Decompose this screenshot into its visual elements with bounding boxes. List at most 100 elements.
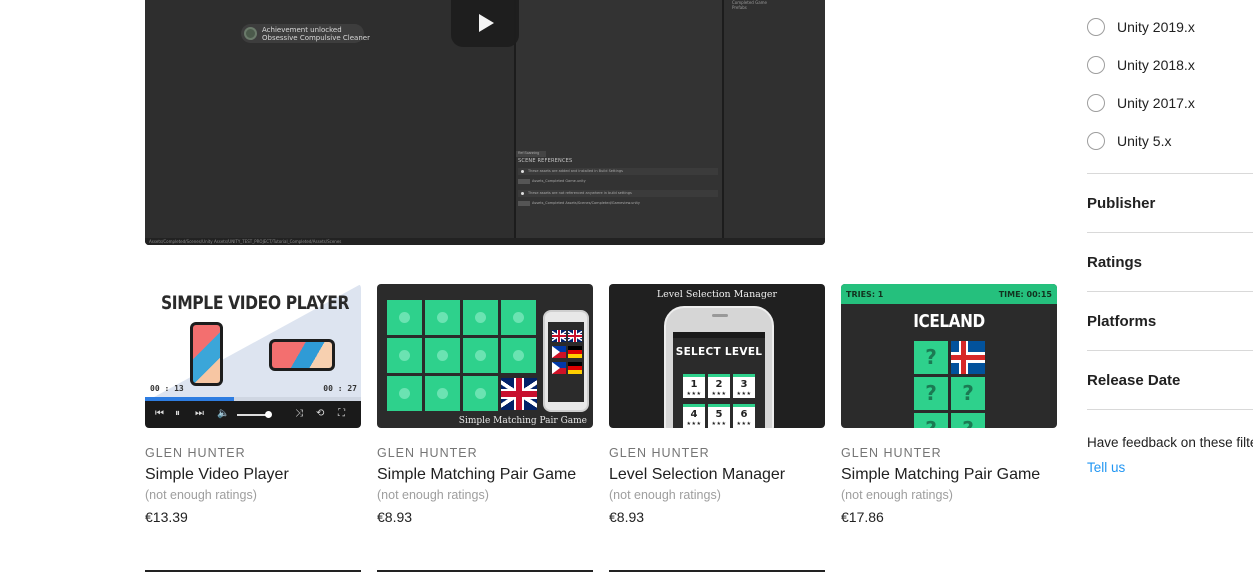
tile-circle-icon (475, 388, 486, 399)
version-label[interactable]: Unity 2017.x (1117, 95, 1195, 111)
philippines-flag-icon (552, 346, 566, 358)
thumb-caption: Level Selection Manager (656, 289, 778, 300)
card-price: €8.93 (377, 509, 413, 525)
iceland-flag-icon (951, 341, 985, 374)
hidden-tile: ? (951, 377, 985, 410)
card-title[interactable]: Level Selection Manager (609, 465, 825, 485)
asset-thumbnail[interactable]: Level Selection Manager SELECT LEVEL 1 ★★… (609, 284, 825, 428)
card-title[interactable]: Simple Video Player (145, 465, 361, 485)
phone-icon (543, 310, 589, 412)
achievement-toast: Achievement unlocked Obsessive Compulsiv… (241, 24, 370, 43)
level-button: 1 ★★★ (683, 374, 705, 398)
tile-circle-icon (475, 312, 486, 323)
level-button: 5 ★★★ (708, 404, 730, 428)
radio-button[interactable] (1087, 18, 1105, 36)
asset-thumbnail[interactable]: Simple Matching Pair Game (377, 284, 593, 428)
video-player[interactable]: Completed Game Prefabs Achievement unloc… (145, 0, 825, 245)
shuffle-icon: ⤨ (295, 408, 303, 419)
card-ratings: (not enough ratings) (377, 488, 489, 502)
level-stars: ★★★ (736, 421, 752, 427)
phone-icon: SELECT LEVEL 1 ★★★ 2 ★★★ 3 ★★★ 4 ★★★ 5 ★★★ 6 ★★★ (664, 306, 774, 428)
card-price: €17.86 (841, 509, 884, 525)
scene-references-panel: Ref Scanning SCENE REFERENCES These asse… (516, 151, 723, 211)
version-label[interactable]: Unity 2018.x (1117, 57, 1195, 73)
tile-circle-icon (399, 388, 410, 399)
card-ratings: (not enough ratings) (145, 488, 257, 502)
version-option-unity-2018[interactable]: Unity 2018.x (1087, 55, 1195, 75)
game-top-bar: TRIES: 1 TIME: 00:15 (841, 284, 1057, 304)
scene-row-text: These assets are not referenced anywhere… (528, 191, 632, 195)
asset-card[interactable]: SIMPLE VIDEO PLAYER 00 : 13 00 : 27 ⏮ ⏸ … (145, 284, 361, 526)
section-divider (1087, 291, 1253, 292)
card-publisher[interactable]: GLEN HUNTER (841, 446, 1057, 460)
memory-tile (463, 376, 498, 411)
thumb-heading: SIMPLE VIDEO PLAYER (161, 292, 350, 314)
asset-card[interactable]: Level Selection Manager SELECT LEVEL 1 ★★… (609, 284, 825, 526)
fullscreen-icon: ⛶ (338, 408, 345, 419)
filter-section-release-date[interactable]: Release Date (1087, 372, 1180, 389)
memory-tile (463, 338, 498, 373)
card-ratings: (not enough ratings) (609, 488, 721, 502)
tries-counter: TRIES: 1 (846, 290, 884, 299)
scene-tag-icon (518, 201, 530, 206)
card-title[interactable]: Simple Matching Pair Game (841, 465, 1057, 485)
scene-panel-header: SCENE REFERENCES (518, 158, 573, 164)
card-publisher[interactable]: GLEN HUNTER (609, 446, 825, 460)
memory-tile (501, 300, 536, 335)
filter-section-ratings[interactable]: Ratings (1087, 254, 1142, 271)
radio-button[interactable] (1087, 94, 1105, 112)
hidden-tile: ? (914, 377, 948, 410)
version-option-unity-5[interactable]: Unity 5.x (1087, 131, 1171, 151)
filter-section-publisher[interactable]: Publisher (1087, 195, 1155, 212)
hidden-tile: ? (914, 341, 948, 374)
memory-tile (501, 338, 536, 373)
country-name: ICELAND (913, 311, 985, 332)
card-publisher[interactable]: GLEN HUNTER (377, 446, 593, 460)
pause-icon: ⏸ (175, 408, 180, 419)
card-price: €8.93 (609, 509, 645, 525)
toast-line-2: Obsessive Compulsive Cleaner (262, 34, 370, 42)
tell-us-link[interactable]: Tell us (1087, 460, 1125, 475)
section-divider (1087, 232, 1253, 233)
asset-thumbnail[interactable]: TRIES: 1 TIME: 00:15 ICELAND ? ? ? ? ? (841, 284, 1057, 428)
thumb-caption: Simple Matching Pair Game (458, 416, 587, 426)
filter-section-platforms[interactable]: Platforms (1087, 313, 1156, 330)
philippines-flag-icon (552, 362, 566, 374)
uk-flag-icon (552, 330, 566, 342)
volume-icon: 🔈 (217, 408, 230, 419)
memory-tile (387, 338, 422, 373)
version-option-unity-2019[interactable]: Unity 2019.x (1087, 17, 1195, 37)
scene-row-text: These assets are added and installed in … (528, 169, 623, 173)
repeat-icon: ⟲ (316, 408, 325, 419)
version-label[interactable]: Unity 2019.x (1117, 19, 1195, 35)
germany-flag-icon (568, 346, 582, 358)
info-icon (521, 170, 524, 173)
level-button: 2 ★★★ (708, 374, 730, 398)
radio-button[interactable] (1087, 56, 1105, 74)
scene-tag-text: Assets_Completed Assets/Scenes/Completed… (532, 201, 640, 205)
select-level-heading: SELECT LEVEL (675, 346, 763, 358)
germany-flag-icon (568, 362, 582, 374)
level-button: 4 ★★★ (683, 404, 705, 428)
memory-tile (425, 300, 460, 335)
play-icon (479, 14, 494, 32)
memory-tile (463, 300, 498, 335)
tile-circle-icon (513, 312, 524, 323)
asset-thumbnail[interactable]: SIMPLE VIDEO PLAYER 00 : 13 00 : 27 ⏮ ⏸ … (145, 284, 361, 428)
asset-card[interactable]: TRIES: 1 TIME: 00:15 ICELAND ? ? ? ? ? G… (841, 284, 1057, 526)
volume-knob (265, 411, 272, 418)
radio-button[interactable] (1087, 132, 1105, 150)
asset-card[interactable]: Simple Matching Pair Game GLEN HUNTER Si… (377, 284, 593, 526)
play-button[interactable] (451, 0, 519, 47)
card-publisher[interactable]: GLEN HUNTER (145, 446, 361, 460)
phone-landscape-icon (269, 339, 335, 371)
time-counter: TIME: 00:15 (998, 290, 1052, 299)
version-label[interactable]: Unity 5.x (1117, 133, 1171, 149)
version-option-unity-2017[interactable]: Unity 2017.x (1087, 93, 1195, 113)
info-icon (521, 192, 524, 195)
tile-circle-icon (399, 350, 410, 361)
uk-flag-icon (568, 330, 582, 342)
card-title[interactable]: Simple Matching Pair Game (377, 465, 593, 485)
uk-flag-icon (501, 378, 537, 410)
level-stars: ★★★ (711, 391, 727, 397)
